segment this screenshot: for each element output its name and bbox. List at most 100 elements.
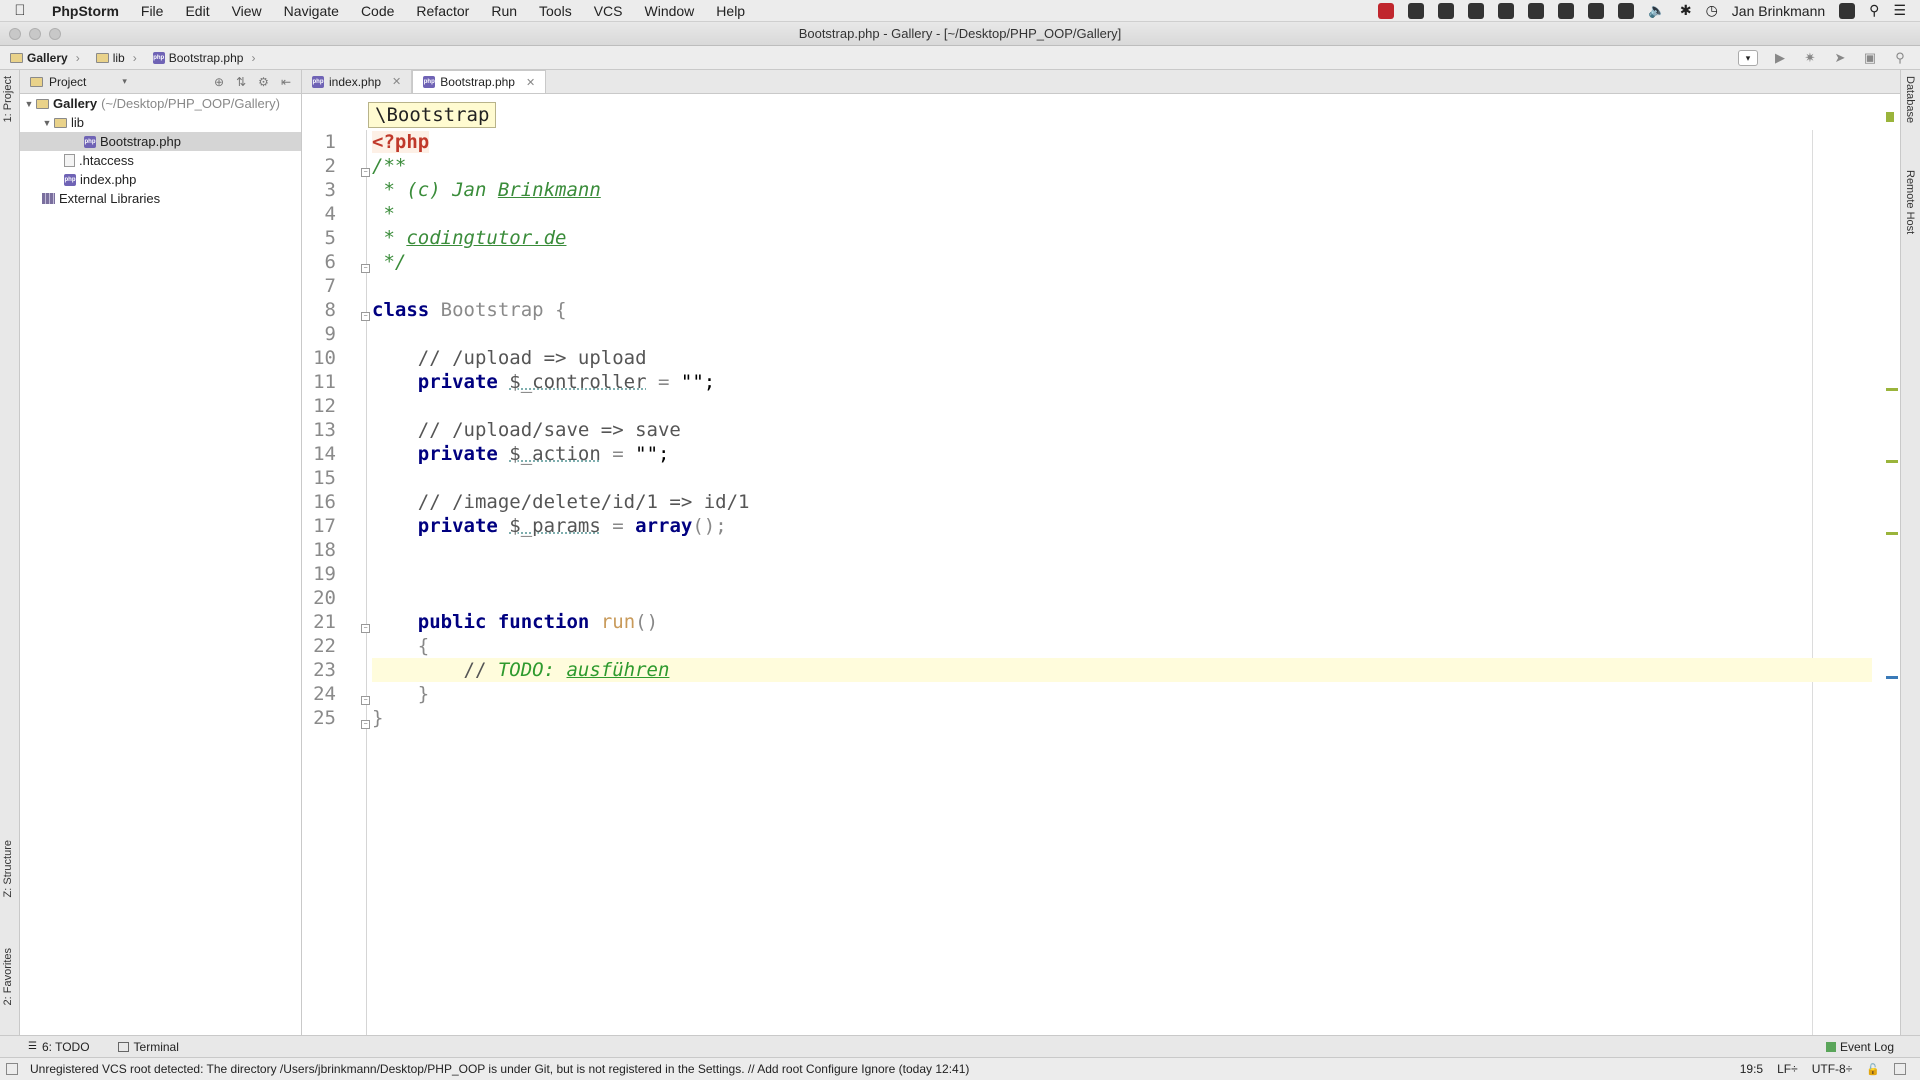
time-machine-icon[interactable]: ◷ <box>1706 2 1718 19</box>
chevron-down-icon[interactable]: ▾ <box>122 76 127 87</box>
line-number: 15 <box>313 467 336 489</box>
line-separator[interactable]: LF÷ <box>1777 1062 1798 1076</box>
tab-label: index.php <box>329 74 382 89</box>
gear-icon[interactable]: ⚙ <box>258 75 269 89</box>
tray-app-icon[interactable] <box>1438 2 1455 19</box>
fold-marker[interactable]: − <box>361 168 370 177</box>
plus-icon[interactable] <box>1468 2 1485 19</box>
menu-run[interactable]: Run <box>480 0 528 22</box>
menu-refactor[interactable]: Refactor <box>405 0 480 22</box>
dropbox-icon[interactable] <box>1408 2 1425 19</box>
run-icon[interactable]: ▶ <box>1772 50 1788 65</box>
tree-item-gallery[interactable]: ▼ Gallery (~/Desktop/PHP_OOP/Gallery) <box>20 94 301 113</box>
status-message[interactable]: Unregistered VCS root detected: The dire… <box>0 1062 969 1076</box>
breadcrumb-file[interactable]: php Bootstrap.php › <box>143 51 262 65</box>
breadcrumb-gallery[interactable]: Gallery › <box>0 51 86 65</box>
keyword: function <box>497 611 590 633</box>
menu-edit[interactable]: Edit <box>174 0 220 22</box>
property-name: $_action <box>509 443 601 465</box>
event-log-tool-tab[interactable]: Event Log <box>1825 1040 1920 1054</box>
menu-help[interactable]: Help <box>705 0 756 22</box>
tree-label: .htaccess <box>79 153 134 168</box>
debug-icon[interactable]: ✷ <box>1802 50 1818 65</box>
menu-tools[interactable]: Tools <box>528 0 583 22</box>
database-tool-tab[interactable]: Database <box>1904 76 1916 123</box>
fold-marker[interactable]: − <box>361 696 370 705</box>
breadcrumb-label: Bootstrap.php <box>168 50 244 65</box>
stripe-mark[interactable] <box>1886 532 1898 535</box>
bluetooth-icon[interactable]: ✱ <box>1680 2 1692 19</box>
menu-file[interactable]: File <box>130 0 175 22</box>
error-stripe[interactable] <box>1882 94 1900 1035</box>
todo-tool-tab[interactable]: ☰ 6: TODO <box>0 1040 98 1054</box>
coverage-icon[interactable]: ➤ <box>1832 50 1848 65</box>
menu-app-name[interactable]: PhpStorm <box>40 0 130 22</box>
collapse-all-icon[interactable]: ⇅ <box>236 75 246 89</box>
apple-icon[interactable]:  <box>0 2 40 19</box>
property-name: $_params <box>509 515 601 537</box>
scroll-from-source-icon[interactable]: ⊕ <box>214 75 224 89</box>
user-name[interactable]: Jan Brinkmann <box>1732 3 1825 19</box>
favorites-tool-tab[interactable]: 2: Favorites <box>2 948 14 1005</box>
shield-icon[interactable] <box>1618 2 1635 19</box>
toggle-tool-windows-icon[interactable] <box>6 1063 18 1075</box>
menu-navigate[interactable]: Navigate <box>273 0 350 22</box>
volume-icon[interactable]: 🔈 <box>1648 2 1665 19</box>
doc-comment-link[interactable]: codingtutor.de <box>406 227 566 249</box>
terminal-tool-tab[interactable]: Terminal <box>110 1040 187 1054</box>
lock-icon[interactable]: 🔓 <box>1866 1063 1880 1076</box>
creative-cloud-icon[interactable] <box>1558 2 1575 19</box>
onepassword-icon[interactable] <box>1498 2 1515 19</box>
tree-item-lib[interactable]: ▼ lib <box>20 113 301 132</box>
chevron-down-icon[interactable]: ▼ <box>22 99 36 109</box>
recording-icon[interactable] <box>1378 2 1395 19</box>
project-tool-tab[interactable]: 1: Project <box>2 76 14 122</box>
code-editor[interactable]: \Bootstrap 1 2 3 4 5 6 7 8 9 10 11 12 13 14 15 16 17 18 19… <box>302 94 1900 1035</box>
library-icon <box>42 193 55 204</box>
chevron-right-icon: › <box>132 50 137 65</box>
notification-center-icon[interactable]: ☰ <box>1893 2 1906 19</box>
tree-item-external-libraries[interactable]: External Libraries <box>20 189 301 208</box>
close-icon[interactable]: ✕ <box>526 76 535 89</box>
stop-listening-icon[interactable]: ▣ <box>1862 50 1878 65</box>
code-area[interactable]: <?php /** * (c) Jan Brinkmann * * coding… <box>372 130 1872 730</box>
stripe-mark[interactable] <box>1886 460 1898 463</box>
todo-stripe-mark[interactable] <box>1886 676 1898 679</box>
caret-position[interactable]: 19:5 <box>1740 1062 1763 1076</box>
menu-window[interactable]: Window <box>634 0 706 22</box>
menu-vcs[interactable]: VCS <box>583 0 634 22</box>
chevron-down-icon[interactable]: ▼ <box>40 118 54 128</box>
evernote-icon[interactable] <box>1588 2 1605 19</box>
fold-marker[interactable]: − <box>361 312 370 321</box>
fold-marker[interactable]: − <box>361 264 370 273</box>
user-icon[interactable] <box>1839 2 1856 19</box>
tree-item-htaccess[interactable]: .htaccess <box>20 151 301 170</box>
breadcrumb-lib[interactable]: lib › <box>86 51 143 65</box>
file-encoding[interactable]: UTF-8÷ <box>1812 1062 1853 1076</box>
project-view-selector[interactable]: Project <box>49 75 86 89</box>
spotlight-icon[interactable]: ⚲ <box>1869 2 1879 19</box>
inspection-status-icon[interactable] <box>1886 112 1894 122</box>
run-configuration-dropdown[interactable]: ▾ <box>1738 49 1758 66</box>
search-everywhere-icon[interactable]: ⚲ <box>1892 50 1908 65</box>
tray-app-icon-2[interactable] <box>1528 2 1545 19</box>
menu-view[interactable]: View <box>221 0 273 22</box>
fold-marker[interactable]: − <box>361 624 370 633</box>
remote-host-tool-tab[interactable]: Remote Host <box>1904 170 1916 234</box>
code-line: */ <box>372 250 1872 274</box>
menu-code[interactable]: Code <box>350 0 405 22</box>
tab-index-php[interactable]: php index.php ✕ <box>302 70 413 93</box>
tree-item-index[interactable]: php index.php <box>20 170 301 189</box>
tab-bootstrap-php[interactable]: php Bootstrap.php ✕ <box>412 70 547 93</box>
hide-panel-icon[interactable]: ⇤ <box>281 75 291 89</box>
fold-marker[interactable]: − <box>361 720 370 729</box>
stripe-mark[interactable] <box>1886 388 1898 391</box>
inspector-icon[interactable] <box>1894 1063 1906 1075</box>
todo-icon: ☰ <box>28 1041 37 1052</box>
close-icon[interactable]: ✕ <box>392 75 401 88</box>
todo-text: ausführen <box>566 659 670 681</box>
tree-item-bootstrap[interactable]: php Bootstrap.php <box>20 132 301 151</box>
navigation-bar: Gallery › lib › php Bootstrap.php › ▾ ▶ … <box>0 46 1920 70</box>
structure-tool-tab[interactable]: Z: Structure <box>2 840 14 897</box>
line-number: 17 <box>313 515 336 537</box>
